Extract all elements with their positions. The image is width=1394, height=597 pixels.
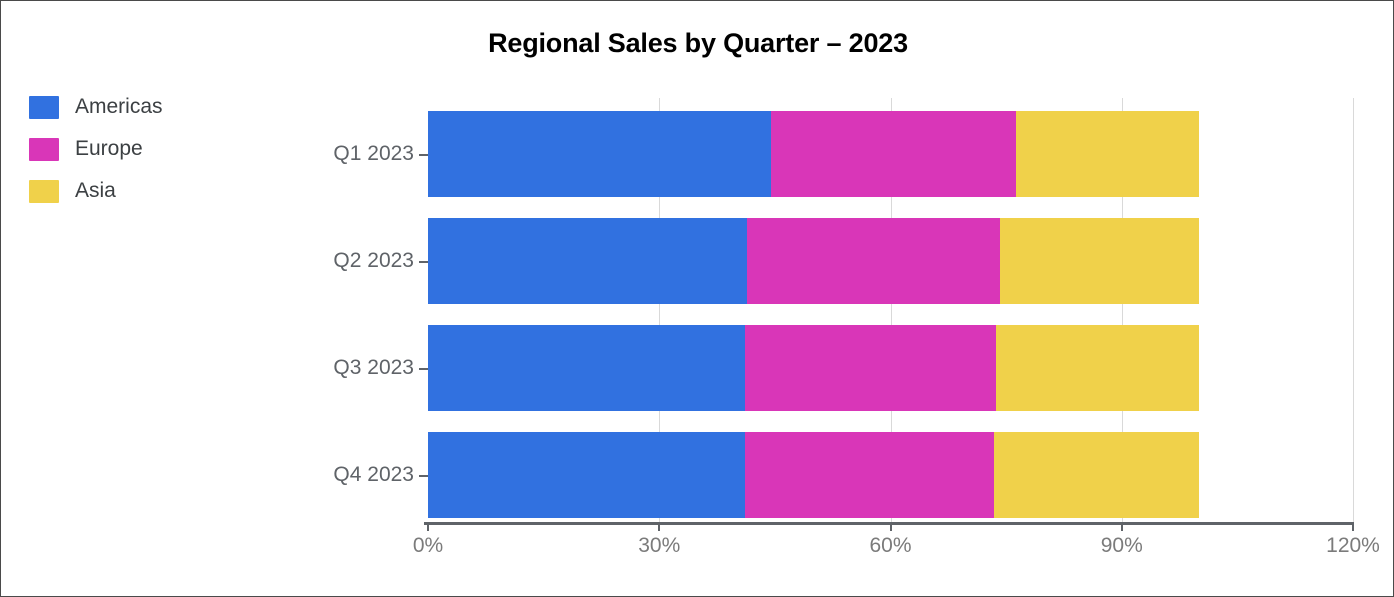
- plot-area: Q1 2023 Q2 2023 Q3 2023 Q4 2023 0% 30% 60% 90%…: [333, 98, 1380, 557]
- y-axis-tick: [419, 368, 428, 370]
- y-axis-tick: [419, 475, 428, 477]
- legend-label: Asia: [75, 179, 116, 202]
- bar-segment-americas[interactable]: [428, 218, 748, 304]
- bar-segment-asia[interactable]: [993, 432, 1199, 518]
- bar-segment-europe[interactable]: [744, 325, 997, 411]
- y-axis-category-label: Q2 2023: [333, 249, 414, 272]
- legend-item-asia[interactable]: Asia: [29, 177, 163, 205]
- bar-segment-europe[interactable]: [747, 218, 1000, 304]
- bar-segment-asia[interactable]: [999, 218, 1199, 304]
- y-axis-category-label: Q1 2023: [333, 142, 414, 165]
- x-axis-tick: [1120, 522, 1123, 531]
- legend-swatch-icon: [29, 179, 59, 203]
- x-axis-tick: [658, 522, 661, 531]
- bar-segment-americas[interactable]: [428, 325, 745, 411]
- bar-segment-europe[interactable]: [744, 432, 994, 518]
- y-axis-tick: [419, 261, 428, 263]
- bar-segment-asia[interactable]: [1016, 111, 1199, 197]
- x-axis-tick-label: 90%: [1100, 534, 1143, 557]
- legend-item-europe[interactable]: Europe: [29, 135, 163, 163]
- x-axis-tick-label: 0%: [412, 534, 444, 557]
- chart-title: Regional Sales by Quarter – 2023: [488, 28, 908, 58]
- legend-item-americas[interactable]: Americas: [29, 93, 163, 121]
- chart-container: Regional Sales by Quarter – 2023 America…: [0, 0, 1394, 597]
- y-axis-category-label: Q4 2023: [333, 463, 414, 486]
- legend-label: Americas: [75, 95, 163, 118]
- bar-segment-americas[interactable]: [428, 111, 772, 197]
- bar-segment-europe[interactable]: [771, 111, 1017, 197]
- legend-swatch-icon: [29, 95, 59, 119]
- x-axis-line: [424, 522, 1353, 525]
- x-axis-tick: [427, 522, 429, 531]
- y-axis-category-label: Q3 2023: [333, 356, 414, 379]
- legend-swatch-icon: [29, 137, 59, 161]
- x-axis-tick-label: 30%: [638, 534, 681, 557]
- gridline: [1353, 98, 1354, 522]
- x-axis-tick: [1352, 522, 1354, 531]
- y-axis-tick: [419, 154, 428, 156]
- chart-legend: Americas Europe Asia: [29, 93, 163, 205]
- bar-segment-asia[interactable]: [996, 325, 1199, 411]
- x-axis-tick-label: 120%: [1326, 534, 1380, 557]
- x-axis-tick-label: 60%: [869, 534, 912, 557]
- bar-segment-americas[interactable]: [428, 432, 745, 518]
- x-axis-tick: [889, 522, 892, 531]
- legend-label: Europe: [75, 137, 143, 160]
